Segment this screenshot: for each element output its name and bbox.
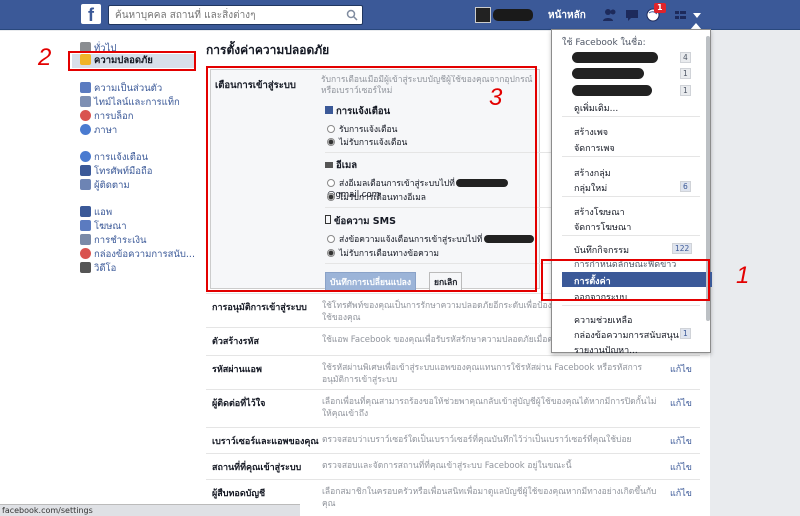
page-2-count: 1 <box>680 68 691 79</box>
divider <box>562 116 700 117</box>
rss-icon <box>80 179 91 190</box>
menu-item-create-group[interactable]: สร้างกลุ่ม <box>574 166 611 180</box>
sidebar-item-notifications[interactable]: การแจ้งเตือน <box>80 150 148 165</box>
settings-row-trusted-contacts[interactable]: ผู้ติดต่อที่ไว้ใจ เลือกเพื่อนที่คุณสามาร… <box>206 389 700 427</box>
menu-item-manage-ads[interactable]: จัดการโฆษณา <box>574 220 631 234</box>
see-more-link[interactable]: ดูเพิ่มเติม... <box>574 101 618 115</box>
sidebar-item-privacy[interactable]: ความเป็นส่วนตัว <box>80 81 162 96</box>
menu-item-support-inbox[interactable]: กล่องข้อความการสนับสนุน <box>574 328 679 342</box>
sidebar-item-mobile[interactable]: โทรศัพท์มือถือ <box>80 164 152 179</box>
annotation-box-login-alerts <box>206 66 537 292</box>
menu-item-create-ads[interactable]: สร้างโฆษณา <box>574 205 625 219</box>
redacted-page-3[interactable] <box>572 85 652 96</box>
search-icon[interactable] <box>346 9 358 21</box>
sidebar-item-language[interactable]: ภาษา <box>80 123 117 138</box>
page-title: การตั้งค่าความปลอดภัย <box>206 43 330 57</box>
redacted-page-2[interactable] <box>572 68 644 79</box>
menu-item-help[interactable]: ความช่วยเหลือ <box>574 313 632 327</box>
globe-icon <box>80 124 91 135</box>
lock-icon <box>80 82 91 93</box>
messages-icon[interactable] <box>624 7 640 23</box>
notification-badge: 1 <box>654 3 666 13</box>
menu-item-activity-log[interactable]: บันทึกกิจกรรม <box>574 243 629 257</box>
facebook-logo[interactable]: f <box>81 4 101 25</box>
globe-icon <box>80 151 91 162</box>
profile-name-redacted[interactable] <box>493 9 533 21</box>
use-facebook-as-label: ใช้ Facebook ในชื่อ: <box>562 38 646 48</box>
sidebar-item-apps[interactable]: แอพ <box>80 205 112 220</box>
privacy-shortcuts-icon[interactable] <box>673 7 689 23</box>
top-bar: f หน้าหลัก 1 <box>0 0 800 30</box>
annotation-number-1: 1 <box>736 262 750 289</box>
account-menu-chevron-down-icon[interactable] <box>689 7 705 23</box>
settings-row-where-logged-in[interactable]: สถานที่ที่คุณเข้าสู่ระบบ ตรวจสอบและจัดกา… <box>206 453 700 479</box>
divider <box>562 196 700 197</box>
menu-item-manage-pages[interactable]: จัดการเพจ <box>574 141 615 155</box>
divider <box>562 235 700 236</box>
lifering-icon <box>80 248 91 259</box>
annotation-number-3: 3 <box>489 84 503 111</box>
annotation-number-2: 2 <box>38 44 52 71</box>
support-inbox-count: 1 <box>680 328 691 339</box>
menu-item-create-page[interactable]: สร้างเพจ <box>574 125 608 139</box>
sidebar-item-timeline-tagging[interactable]: ไทม์ไลน์และการแท็ก <box>80 95 180 110</box>
video-icon <box>80 262 91 273</box>
sidebar-item-followers[interactable]: ผู้ติดตาม <box>80 178 130 193</box>
new-groups-count: 6 <box>680 181 691 192</box>
redacted-page-1[interactable] <box>572 52 658 63</box>
avatar[interactable] <box>475 7 491 23</box>
settings-row-app-passwords[interactable]: รหัสผ่านแอพ ใช้รหัสผ่านพิเศษเพื่อเข้าสู่… <box>206 355 700 389</box>
status-url-bar: facebook.com/settings <box>0 504 300 516</box>
sidebar-item-payments[interactable]: การชำระเงิน <box>80 233 147 248</box>
activity-log-count: 122 <box>672 243 693 254</box>
search-input[interactable] <box>109 6 337 24</box>
home-link[interactable]: หน้าหลัก <box>548 8 586 23</box>
sidebar-item-blocking[interactable]: การบล็อก <box>80 109 134 124</box>
annotation-box-settings <box>541 259 710 301</box>
menu-item-report-problem[interactable]: รายงานปัญหา... <box>574 343 638 353</box>
sidebar-item-ads[interactable]: โฆษณา <box>80 219 127 234</box>
annotation-box-security <box>68 51 196 71</box>
settings-sidebar: ทั่วไป ความปลอดภัย ความเป็นส่วนตัว ไทม์ไ… <box>0 31 200 516</box>
page-3-count: 1 <box>680 85 691 96</box>
account-dropdown-menu: ใช้ Facebook ในชื่อ: 4 1 1 ดูเพิ่มเติม..… <box>551 29 712 353</box>
page-1-count: 4 <box>680 52 691 63</box>
divider <box>562 156 700 157</box>
friend-requests-icon[interactable] <box>602 7 618 23</box>
sidebar-item-videos[interactable]: วิดีโอ <box>80 261 116 276</box>
phone-icon <box>80 165 91 176</box>
timeline-icon <box>80 96 91 107</box>
search-box[interactable] <box>108 5 363 25</box>
apps-icon <box>80 206 91 217</box>
settings-row-browsers-apps[interactable]: เบราว์เซอร์และแอพของคุณ ตรวจสอบว่าเบราว์… <box>206 427 700 453</box>
block-icon <box>80 110 91 121</box>
card-icon <box>80 234 91 245</box>
menu-item-new-groups[interactable]: กลุ่มใหม่ <box>574 181 607 195</box>
ads-icon <box>80 220 91 231</box>
divider <box>562 305 700 306</box>
sidebar-item-support-inbox[interactable]: กล่องข้อความการสนับ... <box>80 247 195 262</box>
